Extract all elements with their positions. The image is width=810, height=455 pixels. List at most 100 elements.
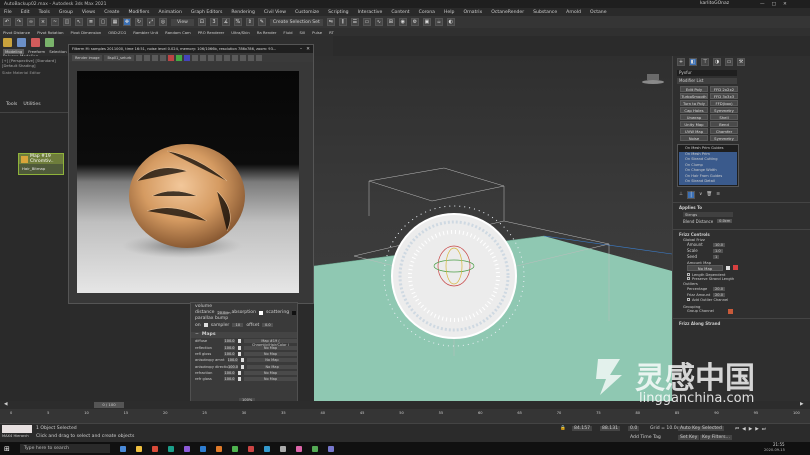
mono-icon[interactable] — [200, 54, 207, 61]
menu-file[interactable]: File — [4, 10, 12, 15]
place-icon[interactable]: ◎ — [159, 18, 167, 26]
map-row-slot[interactable]: No Map — [244, 371, 297, 376]
app8-icon[interactable] — [327, 445, 334, 452]
modifier-button[interactable]: Noise — [680, 135, 708, 141]
menu-substance[interactable]: Substance — [533, 10, 557, 15]
frame-minimize-icon[interactable]: – — [300, 47, 302, 52]
configure-icon[interactable]: ≡ — [716, 192, 720, 197]
app2-icon[interactable] — [215, 445, 222, 452]
select-by-name-icon[interactable]: ≣ — [87, 18, 95, 26]
length-dependent-checkbox[interactable] — [687, 273, 690, 276]
frizz-amount-field[interactable]: 20.0 — [713, 292, 726, 297]
map-row-value[interactable]: 100.0 — [224, 351, 235, 356]
menu-views[interactable]: Views — [82, 10, 95, 15]
rotate-icon[interactable]: ↻ — [135, 18, 143, 26]
menu-interactive[interactable]: Interactive — [358, 10, 383, 15]
menu-corona[interactable]: Corona — [419, 10, 435, 15]
modify-icon[interactable] — [17, 38, 26, 47]
amount-field[interactable]: 10.0 — [713, 242, 726, 247]
clock-time[interactable]: 21:55 — [773, 442, 785, 447]
toolbar2-item[interactable]: Pulse — [312, 30, 322, 35]
stop-icon[interactable] — [248, 54, 255, 61]
selected-dropdown[interactable]: Selected — [700, 426, 724, 431]
node-port[interactable]: Hair_Bitmap — [19, 164, 63, 173]
move-icon[interactable]: ✥ — [123, 18, 131, 26]
task-view-icon[interactable] — [119, 445, 126, 452]
menu-customize[interactable]: Customize — [295, 10, 319, 15]
node-header[interactable]: Map #19 Chromtiv.. — [19, 154, 63, 164]
menu-octane[interactable]: Octane — [590, 10, 607, 15]
z-coordinate[interactable]: 0.0 — [628, 426, 640, 431]
rect-select-icon[interactable]: ▢ — [99, 18, 107, 26]
map-row-slot[interactable]: No Map — [247, 364, 297, 369]
color-correct-icon[interactable] — [216, 54, 223, 61]
map-row-checkbox[interactable] — [237, 345, 242, 350]
app7-icon[interactable] — [311, 445, 318, 452]
menu-graph-editors[interactable]: Graph Editors — [191, 10, 223, 15]
bind-icon[interactable]: ~ — [51, 18, 59, 26]
add-outlier-checkbox[interactable] — [687, 298, 690, 301]
render-frame-icon[interactable]: ▣ — [422, 18, 431, 26]
motion-icon[interactable] — [45, 38, 54, 47]
map-row-checkbox[interactable] — [237, 377, 242, 382]
modifier-button[interactable]: Bend — [710, 121, 738, 127]
maxscript-label[interactable]: MAX4 Hierarch — [2, 434, 29, 438]
scale-icon[interactable]: ⤢ — [147, 18, 155, 26]
tab-tools[interactable]: Tools — [6, 102, 17, 107]
menu-group[interactable]: Group — [59, 10, 73, 15]
preserve-length-checkbox[interactable] — [687, 277, 690, 280]
modifier-button[interactable]: FFD 2x2x2 — [710, 86, 738, 92]
offset-field[interactable]: 0.0 — [262, 323, 274, 328]
modify-tab-icon[interactable]: ◧ — [689, 58, 697, 66]
material-node[interactable]: Map #19 Chromtiv.. Hair_Bitmap — [18, 153, 64, 175]
clone-icon[interactable] — [152, 54, 159, 61]
hierarchy-tab-icon[interactable]: ⊤ — [701, 58, 709, 66]
tab-utilities[interactable]: Utilities — [23, 102, 40, 107]
object-name-field[interactable]: Pyxfur — [677, 70, 737, 76]
parallax-checkbox[interactable] — [203, 323, 208, 328]
pivot-icon[interactable]: ⊡ — [197, 18, 206, 26]
prev-frame-icon[interactable]: ◀ — [742, 427, 746, 432]
material-editor-icon[interactable]: ◉ — [398, 18, 407, 26]
menu-civil-view[interactable]: Civil View — [264, 10, 286, 15]
map-row-slot[interactable]: No Map — [246, 358, 297, 363]
map-row-checkbox[interactable] — [237, 371, 242, 376]
map-row-checkbox[interactable] — [241, 364, 245, 369]
clock-date[interactable]: 2020-09-15 — [764, 448, 785, 452]
toolbar2-item[interactable]: Pivot Dimension — [71, 30, 102, 35]
toolbar2-item[interactable]: Ultra/Skin — [231, 30, 250, 35]
modifier-button[interactable]: Chamfer — [710, 128, 738, 134]
layers-icon[interactable]: ☰ — [350, 18, 359, 26]
render-icon[interactable]: ☕ — [434, 18, 443, 26]
alpha-channel-icon[interactable] — [192, 54, 199, 61]
red-channel-icon[interactable] — [168, 54, 175, 61]
setkey-button[interactable]: Set Key — [678, 435, 700, 440]
percent-snap-icon[interactable]: % — [233, 18, 242, 26]
menu-create[interactable]: Create — [104, 10, 119, 15]
history-icon[interactable] — [224, 54, 231, 61]
add-time-tag[interactable]: Add Time Tag — [630, 435, 661, 440]
modifier-button[interactable]: Symmetry — [710, 107, 738, 113]
toolbar2-item[interactable]: Rambler Unit — [133, 30, 158, 35]
map-row-value[interactable]: 100.0 — [224, 345, 235, 350]
curve-editor-icon[interactable]: ∿ — [374, 18, 383, 26]
modifier-button[interactable]: FFD(box) — [710, 100, 738, 106]
menu-rendering[interactable]: Rendering — [231, 10, 254, 15]
selection-set-dropdown[interactable]: Create Selection Set — [269, 18, 323, 26]
toolbar2-item[interactable]: PRO Renderer — [198, 30, 224, 35]
lock-selection-icon[interactable]: 🔒 — [560, 426, 566, 431]
render-setup-icon[interactable]: ⚙ — [410, 18, 419, 26]
spotify-icon[interactable] — [231, 445, 238, 452]
explorer-icon[interactable] — [135, 445, 142, 452]
key-filters-button[interactable]: Key Filters... — [700, 435, 732, 440]
remove-modifier-icon[interactable]: 🗑 — [706, 192, 712, 197]
map-row-slot[interactable]: No Map — [244, 377, 297, 382]
hierarchy-icon[interactable] — [31, 38, 40, 47]
user-label[interactable]: karlitoGOnaz — [700, 1, 729, 6]
percentage-field[interactable]: 20.0 — [713, 286, 726, 291]
window-cross-icon[interactable]: ▦ — [111, 18, 119, 26]
display-tab-icon[interactable]: ▭ — [725, 58, 733, 66]
copy-image-icon[interactable] — [144, 54, 151, 61]
teapot-gizmo[interactable] — [642, 74, 664, 84]
frame-buffer-titlebar[interactable]: Filterm M: samples 2011000, time 16:51, … — [69, 45, 313, 53]
